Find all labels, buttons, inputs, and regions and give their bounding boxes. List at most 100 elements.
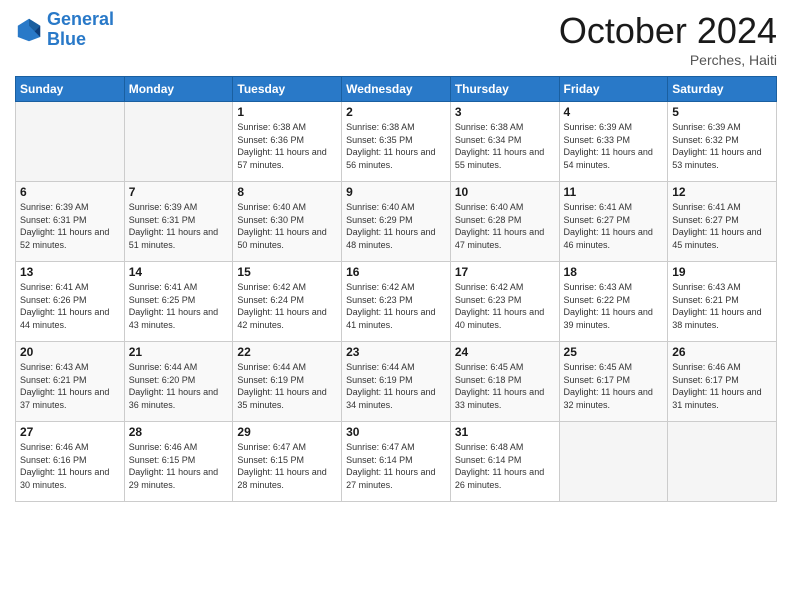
day-detail: Sunrise: 6:43 AMSunset: 6:22 PMDaylight:… bbox=[564, 281, 664, 331]
col-sunday: Sunday bbox=[16, 77, 125, 102]
day-detail: Sunrise: 6:42 AMSunset: 6:24 PMDaylight:… bbox=[237, 281, 337, 331]
day-detail: Sunrise: 6:46 AMSunset: 6:17 PMDaylight:… bbox=[672, 361, 772, 411]
table-row: 27Sunrise: 6:46 AMSunset: 6:16 PMDayligh… bbox=[16, 422, 125, 502]
day-number: 31 bbox=[455, 425, 555, 439]
day-number: 4 bbox=[564, 105, 664, 119]
table-row bbox=[16, 102, 125, 182]
table-row: 28 Sunrise: 6:46 AMSunset: 6:15 PMDayligh… bbox=[124, 422, 233, 502]
day-detail: Sunrise: 6:43 AMSunset: 6:21 PMDaylight:… bbox=[672, 281, 772, 331]
week-row-2: 6 Sunrise: 6:39 AMSunset: 6:31 PMDaylight… bbox=[16, 182, 777, 262]
day-detail: Sunrise: 6:39 AMSunset: 6:31 PMDaylight:… bbox=[129, 201, 229, 251]
day-detail: Sunrise: 6:38 AMSunset: 6:36 PMDaylight:… bbox=[237, 121, 337, 171]
week-row-5: 27Sunrise: 6:46 AMSunset: 6:16 PMDayligh… bbox=[16, 422, 777, 502]
table-row: 24Sunrise: 6:45 AMSunset: 6:18 PMDayligh… bbox=[450, 342, 559, 422]
day-detail: Sunrise: 6:40 AMSunset: 6:28 PMDaylight:… bbox=[455, 201, 555, 251]
day-number: 20 bbox=[20, 345, 120, 359]
table-row: 10 Sunrise: 6:40 AMSunset: 6:28 PMDayligh… bbox=[450, 182, 559, 262]
day-detail: Sunrise: 6:38 AMSunset: 6:35 PMDaylight:… bbox=[346, 121, 446, 171]
table-row bbox=[559, 422, 668, 502]
day-detail: Sunrise: 6:46 AMSunset: 6:15 PMDaylight:… bbox=[129, 441, 229, 491]
table-row: 29 Sunrise: 6:47 AMSunset: 6:15 PMDayligh… bbox=[233, 422, 342, 502]
month-title: October 2024 bbox=[559, 10, 777, 52]
day-detail: Sunrise: 6:47 AMSunset: 6:15 PMDaylight:… bbox=[237, 441, 337, 491]
day-detail: Sunrise: 6:41 AMSunset: 6:27 PMDaylight:… bbox=[672, 201, 772, 251]
day-number: 23 bbox=[346, 345, 446, 359]
day-detail: Sunrise: 6:40 AMSunset: 6:30 PMDaylight:… bbox=[237, 201, 337, 251]
table-row: 8 Sunrise: 6:40 AMSunset: 6:30 PMDaylight… bbox=[233, 182, 342, 262]
day-number: 12 bbox=[672, 185, 772, 199]
page: General Blue October 2024 Perches, Haiti… bbox=[0, 0, 792, 612]
table-row: 11Sunrise: 6:41 AMSunset: 6:27 PMDayligh… bbox=[559, 182, 668, 262]
day-number: 3 bbox=[455, 105, 555, 119]
table-row: 15 Sunrise: 6:42 AMSunset: 6:24 PMDayligh… bbox=[233, 262, 342, 342]
table-row bbox=[668, 422, 777, 502]
table-row: 21Sunrise: 6:44 AMSunset: 6:20 PMDayligh… bbox=[124, 342, 233, 422]
table-row: 31 Sunrise: 6:48 AMSunset: 6:14 PMDayligh… bbox=[450, 422, 559, 502]
day-detail: Sunrise: 6:41 AMSunset: 6:26 PMDaylight:… bbox=[20, 281, 120, 331]
day-number: 28 bbox=[129, 425, 229, 439]
day-number: 1 bbox=[237, 105, 337, 119]
logo-text: General Blue bbox=[47, 10, 114, 50]
day-number: 15 bbox=[237, 265, 337, 279]
table-row: 1 Sunrise: 6:38 AMSunset: 6:36 PMDaylight… bbox=[233, 102, 342, 182]
location: Perches, Haiti bbox=[559, 52, 777, 68]
day-number: 14 bbox=[129, 265, 229, 279]
day-number: 26 bbox=[672, 345, 772, 359]
day-detail: Sunrise: 6:41 AMSunset: 6:25 PMDaylight:… bbox=[129, 281, 229, 331]
day-number: 21 bbox=[129, 345, 229, 359]
day-detail: Sunrise: 6:39 AMSunset: 6:33 PMDaylight:… bbox=[564, 121, 664, 171]
table-row: 19 Sunrise: 6:43 AMSunset: 6:21 PMDayligh… bbox=[668, 262, 777, 342]
logo-icon bbox=[15, 16, 43, 44]
day-number: 9 bbox=[346, 185, 446, 199]
day-detail: Sunrise: 6:47 AMSunset: 6:14 PMDaylight:… bbox=[346, 441, 446, 491]
day-number: 19 bbox=[672, 265, 772, 279]
table-row: 18 Sunrise: 6:43 AMSunset: 6:22 PMDayligh… bbox=[559, 262, 668, 342]
table-row: 12 Sunrise: 6:41 AMSunset: 6:27 PMDayligh… bbox=[668, 182, 777, 262]
table-row: 7 Sunrise: 6:39 AMSunset: 6:31 PMDaylight… bbox=[124, 182, 233, 262]
day-number: 22 bbox=[237, 345, 337, 359]
logo-line2: Blue bbox=[47, 29, 86, 49]
table-row: 16 Sunrise: 6:42 AMSunset: 6:23 PMDayligh… bbox=[342, 262, 451, 342]
day-number: 27 bbox=[20, 425, 120, 439]
day-detail: Sunrise: 6:42 AMSunset: 6:23 PMDaylight:… bbox=[346, 281, 446, 331]
day-number: 13 bbox=[20, 265, 120, 279]
logo-line1: General bbox=[47, 9, 114, 29]
day-number: 16 bbox=[346, 265, 446, 279]
table-row: 26 Sunrise: 6:46 AMSunset: 6:17 PMDayligh… bbox=[668, 342, 777, 422]
logo: General Blue bbox=[15, 10, 114, 50]
day-number: 10 bbox=[455, 185, 555, 199]
day-number: 2 bbox=[346, 105, 446, 119]
week-row-3: 13 Sunrise: 6:41 AMSunset: 6:26 PMDayligh… bbox=[16, 262, 777, 342]
week-row-1: 1 Sunrise: 6:38 AMSunset: 6:36 PMDaylight… bbox=[16, 102, 777, 182]
col-wednesday: Wednesday bbox=[342, 77, 451, 102]
day-number: 7 bbox=[129, 185, 229, 199]
day-number: 8 bbox=[237, 185, 337, 199]
day-detail: Sunrise: 6:39 AMSunset: 6:31 PMDaylight:… bbox=[20, 201, 120, 251]
table-row: 25Sunrise: 6:45 AMSunset: 6:17 PMDayligh… bbox=[559, 342, 668, 422]
table-row bbox=[124, 102, 233, 182]
week-row-4: 20 Sunrise: 6:43 AMSunset: 6:21 PMDayligh… bbox=[16, 342, 777, 422]
table-row: 23Sunrise: 6:44 AMSunset: 6:19 PMDayligh… bbox=[342, 342, 451, 422]
table-row: 9 Sunrise: 6:40 AMSunset: 6:29 PMDaylight… bbox=[342, 182, 451, 262]
day-detail: Sunrise: 6:48 AMSunset: 6:14 PMDaylight:… bbox=[455, 441, 555, 491]
col-friday: Friday bbox=[559, 77, 668, 102]
table-row: 17Sunrise: 6:42 AMSunset: 6:23 PMDayligh… bbox=[450, 262, 559, 342]
col-thursday: Thursday bbox=[450, 77, 559, 102]
day-number: 6 bbox=[20, 185, 120, 199]
table-row: 30 Sunrise: 6:47 AMSunset: 6:14 PMDayligh… bbox=[342, 422, 451, 502]
day-number: 30 bbox=[346, 425, 446, 439]
day-detail: Sunrise: 6:40 AMSunset: 6:29 PMDaylight:… bbox=[346, 201, 446, 251]
table-row: 5Sunrise: 6:39 AMSunset: 6:32 PMDaylight… bbox=[668, 102, 777, 182]
day-detail: Sunrise: 6:38 AMSunset: 6:34 PMDaylight:… bbox=[455, 121, 555, 171]
col-saturday: Saturday bbox=[668, 77, 777, 102]
table-row: 14 Sunrise: 6:41 AMSunset: 6:25 PMDayligh… bbox=[124, 262, 233, 342]
calendar-table: Sunday Monday Tuesday Wednesday Thursday… bbox=[15, 76, 777, 502]
day-detail: Sunrise: 6:43 AMSunset: 6:21 PMDaylight:… bbox=[20, 361, 120, 411]
day-number: 25 bbox=[564, 345, 664, 359]
table-row: 6 Sunrise: 6:39 AMSunset: 6:31 PMDaylight… bbox=[16, 182, 125, 262]
day-number: 29 bbox=[237, 425, 337, 439]
day-number: 18 bbox=[564, 265, 664, 279]
day-number: 11 bbox=[564, 185, 664, 199]
day-detail: Sunrise: 6:42 AMSunset: 6:23 PMDaylight:… bbox=[455, 281, 555, 331]
day-number: 5 bbox=[672, 105, 772, 119]
